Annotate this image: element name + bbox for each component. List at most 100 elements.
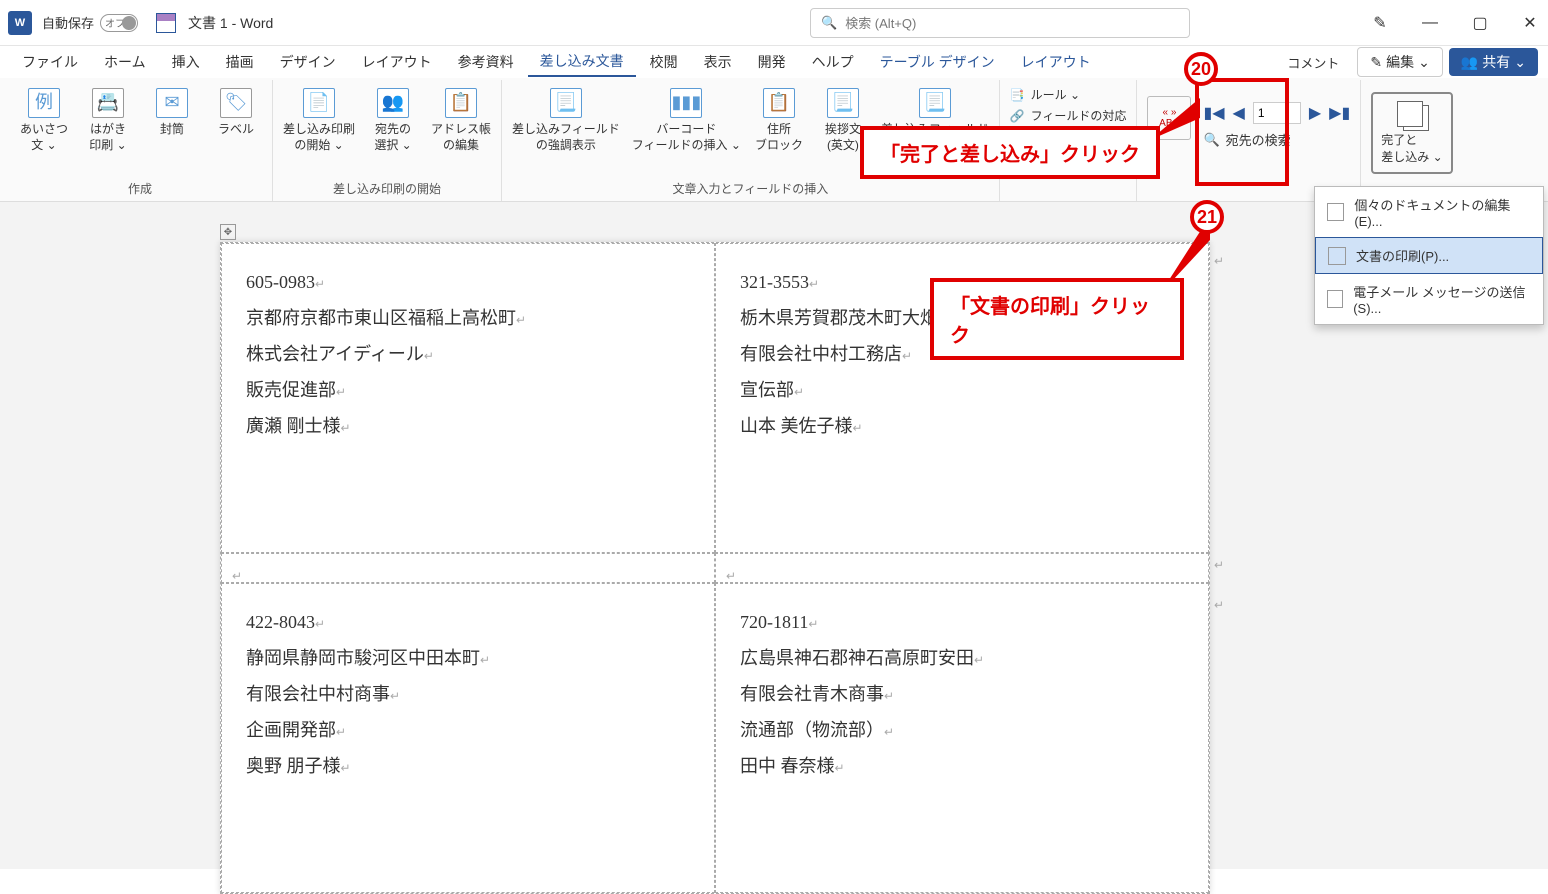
tab-references[interactable]: 参考資料 [446, 48, 526, 76]
callout-print-docs: 「文書の印刷」クリック [930, 278, 1184, 360]
menu-edit-docs[interactable]: 個々のドキュメントの編集(E)... [1315, 187, 1543, 237]
save-icon[interactable] [156, 13, 176, 33]
label-zip: 422-8043 [246, 612, 315, 632]
label-addr: 京都府京都市東山区福稲上高松町 [246, 308, 516, 328]
finish-merge-label: 完了と 差し込み ⌄ [1381, 131, 1442, 165]
rules-label: ルール ⌄ [1031, 86, 1080, 103]
group-fields-label: 文章入力とフィールドの挿入 [672, 180, 828, 201]
ribbon: 例あいさつ 文 ⌄ 📇はがき 印刷 ⌄ 封筒 🏷ラベル 作成 📄差し込み印刷 の… [0, 78, 1548, 202]
edit-button[interactable]: ✎ 編集 ⌄ [1357, 47, 1442, 77]
tab-draw[interactable]: 描画 [214, 48, 266, 76]
label-button[interactable]: 🏷ラベル [210, 88, 262, 138]
start-merge-button[interactable]: 📄差し込み印刷 の開始 ⌄ [283, 88, 355, 153]
toggle-knob [122, 16, 136, 30]
barcode-button[interactable]: ▮▮▮バーコード フィールドの挿入 ⌄ [632, 88, 741, 153]
edit-docs-label: 個々のドキュメントの編集(E)... [1354, 195, 1531, 229]
group-create-label: 作成 [128, 180, 152, 201]
finish-merge-icon [1397, 101, 1427, 129]
hl-label: 差し込みフィールド の強調表示 [512, 122, 620, 153]
match-fields-button[interactable]: 🔗 フィールドの対応 [1010, 107, 1127, 124]
ribbon-group-create: 例あいさつ 文 ⌄ 📇はがき 印刷 ⌄ 封筒 🏷ラベル 作成 [8, 80, 273, 201]
toggle-oval[interactable]: オフ [100, 14, 138, 32]
edit-recipients-button[interactable]: 📋アドレス帳 の編集 [431, 88, 491, 153]
postcard-label: はがき 印刷 ⌄ [89, 122, 126, 153]
label-cell[interactable]: 720-1811↵ 広島県神石郡神石高原町安田↵ 有限会社青木商事↵ 流通部（物… [715, 583, 1209, 893]
label-dept: 宣伝部 [740, 380, 794, 400]
callout-finish-merge: 「完了と差し込み」クリック [860, 126, 1160, 179]
envelope-label: 封筒 [160, 122, 184, 138]
step-badge-20: 20 [1184, 52, 1218, 86]
finish-merge-button[interactable]: 完了と 差し込み ⌄ [1371, 92, 1452, 174]
close-button[interactable]: ✕ [1520, 13, 1540, 33]
envelope-button[interactable]: 封筒 [146, 88, 198, 138]
search-icon: 🔍 [821, 15, 837, 31]
tab-file[interactable]: ファイル [10, 48, 90, 76]
document-title: 文書 1 - Word [188, 13, 273, 33]
label-addr: 栃木県芳賀郡茂木町大畑 [740, 308, 938, 328]
tab-home[interactable]: ホーム [92, 48, 158, 76]
label-dept: 企画開発部 [246, 720, 336, 740]
addr-label: 住所 ブロック [755, 122, 803, 153]
select-recip-label: 宛先の 選択 ⌄ [374, 122, 411, 153]
label-addr: 静岡県静岡市駿河区中田本町 [246, 648, 480, 668]
label-cell[interactable]: 422-8043↵ 静岡県静岡市駿河区中田本町↵ 有限会社中村商事↵ 企画開発部… [221, 583, 715, 893]
tab-mailings[interactable]: 差し込み文書 [528, 47, 636, 77]
tab-developer[interactable]: 開発 [746, 48, 798, 76]
autosave-toggle[interactable]: 自動保存 オフ [42, 13, 144, 32]
print-docs-label: 文書の印刷(P)... [1356, 246, 1449, 265]
menu-print-docs[interactable]: 文書の印刷(P)... [1315, 237, 1543, 274]
label-name: 田中 春奈様 [740, 756, 835, 776]
share-button[interactable]: 👥 共有 ⌄ [1449, 48, 1538, 76]
menu-bar: ファイル ホーム 挿入 描画 デザイン レイアウト 参考資料 差し込み文書 校閲… [0, 46, 1548, 78]
start-merge-label: 差し込み印刷 の開始 ⌄ [283, 122, 355, 153]
send-email-label: 電子メール メッセージの送信(S)... [1353, 282, 1531, 316]
label-divider: ↵ [715, 553, 1209, 583]
table-move-handle[interactable]: ✥ [220, 224, 236, 240]
comments-button[interactable]: コメント [1275, 49, 1351, 76]
label-zip: 605-0983 [246, 272, 315, 292]
tab-insert[interactable]: 挿入 [160, 48, 212, 76]
step-badge-21: 21 [1190, 200, 1224, 234]
postcard-button[interactable]: 📇はがき 印刷 ⌄ [82, 88, 134, 153]
last-record-button[interactable]: ▶▮ [1329, 103, 1350, 123]
tab-design[interactable]: デザイン [268, 48, 348, 76]
address-block-button[interactable]: 📋住所 ブロック [753, 88, 805, 153]
greeting-label: あいさつ 文 ⌄ [20, 122, 68, 153]
greeting-button[interactable]: 例あいさつ 文 ⌄ [18, 88, 70, 153]
label-company: 有限会社中村商事 [246, 684, 390, 704]
tab-table-design[interactable]: テーブル デザイン [868, 48, 1007, 76]
autosave-label: 自動保存 [42, 13, 94, 32]
barcode-label: バーコード フィールドの挿入 ⌄ [632, 122, 741, 153]
tab-layout[interactable]: レイアウト [350, 48, 444, 76]
tab-table-layout[interactable]: レイアウト [1009, 48, 1103, 76]
search-placeholder: 検索 (Alt+Q) [845, 13, 916, 32]
label-name: 奥野 朋子様 [246, 756, 341, 776]
label-company: 株式会社アイディール [246, 344, 424, 364]
menu-send-email[interactable]: 電子メール メッセージの送信(S)... [1315, 274, 1543, 324]
highlight-fields-button[interactable]: 📃差し込みフィールド の強調表示 [512, 88, 620, 153]
rules-button[interactable]: 📑 ルール ⌄ [1010, 86, 1127, 103]
label-cell[interactable]: 605-0983↵ 京都府京都市東山区福稲上高松町↵ 株式会社アイディール↵ 販… [221, 243, 715, 553]
row-end-mark: ↵ [1214, 558, 1224, 572]
next-record-button[interactable]: ▶ [1309, 103, 1321, 123]
tab-review[interactable]: 校閲 [638, 48, 690, 76]
finish-merge-dropdown: 個々のドキュメントの編集(E)... 文書の印刷(P)... 電子メール メッセ… [1314, 186, 1544, 325]
row-end-mark: ↵ [1214, 598, 1224, 612]
label-label: ラベル [218, 122, 254, 138]
word-app-icon: W [8, 11, 32, 35]
tab-help[interactable]: ヘルプ [800, 48, 866, 76]
label-dept: 販売促進部 [246, 380, 336, 400]
label-addr: 広島県神石郡神石高原町安田 [740, 648, 974, 668]
restore-button[interactable]: ▢ [1470, 13, 1490, 33]
label-name: 山本 美佐子様 [740, 416, 853, 436]
select-recipients-button[interactable]: 👥宛先の 選択 ⌄ [367, 88, 419, 153]
search-box[interactable]: 🔍 検索 (Alt+Q) [810, 8, 1190, 38]
label-company: 有限会社中村工務店 [740, 344, 902, 364]
pen-icon[interactable]: ✎ [1370, 13, 1390, 33]
edit-recip-label: アドレス帳 の編集 [431, 122, 491, 153]
label-dept: 流通部（物流部） [740, 720, 884, 740]
minimize-button[interactable]: — [1420, 13, 1440, 33]
label-name: 廣瀬 剛士様 [246, 416, 341, 436]
tab-view[interactable]: 表示 [692, 48, 744, 76]
ribbon-group-start: 📄差し込み印刷 の開始 ⌄ 👥宛先の 選択 ⌄ 📋アドレス帳 の編集 差し込み印… [273, 80, 502, 201]
